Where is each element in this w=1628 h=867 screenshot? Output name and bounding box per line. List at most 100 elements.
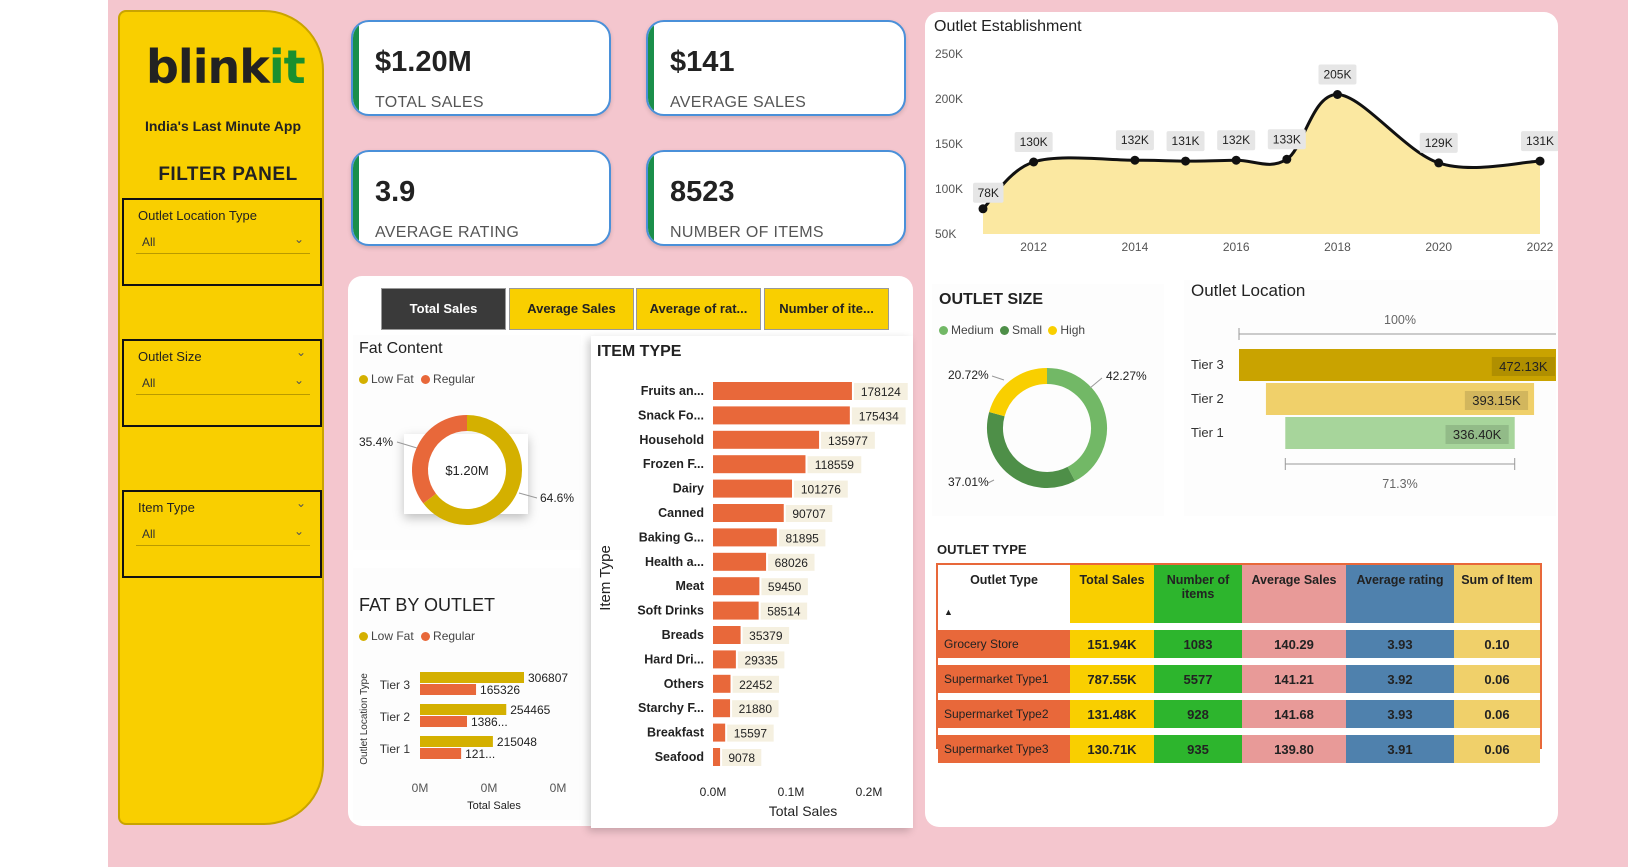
legend-label: High: [1060, 323, 1086, 337]
legend-dot: [1000, 326, 1010, 335]
fat-content-donut: $1.20M 64.6% 35.4%: [359, 415, 574, 525]
category-label: Health a...: [645, 555, 704, 569]
data-label: 135977: [828, 434, 868, 448]
slice-label: 20.72%: [948, 368, 989, 382]
bar: [420, 704, 507, 715]
data-point: [1130, 155, 1140, 165]
tab-average-sales[interactable]: Average Sales: [509, 288, 634, 330]
fat-by-outlet-title: FAT BY OUTLET: [359, 595, 496, 615]
sort-up-icon[interactable]: ▲: [944, 607, 953, 617]
category-label: Fruits an...: [641, 384, 704, 398]
filter-label: Item Type: [138, 500, 195, 515]
leader-line: [396, 441, 418, 449]
bar: [713, 479, 792, 498]
legend-label: Low Fat: [371, 629, 414, 643]
header-label: Outlet Type: [970, 573, 1038, 587]
data-label: 22452: [739, 678, 773, 692]
kpi-accent-bar: [648, 22, 654, 114]
filter-panel-title: FILTER PANEL: [158, 164, 298, 185]
chevron-down-icon: ⌄: [293, 524, 304, 538]
item-type-title: ITEM TYPE: [597, 343, 682, 360]
legend-label: Regular: [433, 629, 476, 643]
bar: [713, 626, 741, 644]
outlet-establishment-title: Outlet Establishment: [934, 18, 1082, 35]
data-label: 129K: [1425, 136, 1453, 150]
legend-dot: [1048, 326, 1058, 335]
dropdown-value: All: [142, 527, 156, 541]
col-header-average-sales[interactable]: Average Sales: [1242, 565, 1346, 623]
x-tick-label: 0.2M: [856, 785, 883, 799]
donut-slice: [987, 412, 1076, 488]
category-label: Meat: [676, 579, 705, 593]
data-point: [1332, 90, 1342, 99]
bar: [713, 406, 850, 425]
tab-number-of-items[interactable]: Number of ite...: [764, 288, 889, 330]
cell-average-rating: 3.92: [1346, 658, 1454, 693]
outlet-location-dropdown[interactable]: All ⌄: [136, 230, 310, 254]
data-label: 29335: [744, 653, 778, 667]
kpi-card-average-rating: 3.9 AVERAGE RATING: [351, 150, 611, 246]
bar: [713, 723, 726, 742]
table-row: Supermarket Type3 130.71K 935 139.80 3.9…: [938, 728, 1540, 763]
chevron-down-icon[interactable]: ⌄: [296, 345, 306, 359]
cell-sum-of-item: 0.10: [1454, 623, 1540, 658]
data-label: 90707: [792, 507, 826, 521]
bar: [713, 674, 731, 693]
kpi-label: NUMBER OF ITEMS: [670, 224, 824, 241]
table-row: Supermarket Type2 131.48K 928 141.68 3.9…: [938, 693, 1540, 728]
bar: [713, 699, 731, 718]
x-tick-label: 2014: [1122, 240, 1149, 254]
x-tick-label: 0.1M: [778, 785, 805, 799]
kpi-accent-bar: [648, 152, 654, 244]
leader-line: [518, 492, 538, 499]
col-header-average-rating[interactable]: Average rating: [1346, 565, 1454, 623]
category-label: Canned: [658, 506, 704, 520]
data-point: [978, 204, 988, 214]
category-label: Tier 1: [380, 742, 411, 756]
data-label: 131K: [1526, 134, 1554, 148]
tab-total-sales[interactable]: Total Sales: [381, 288, 506, 330]
category-label: Baking G...: [639, 530, 704, 544]
kpi-label: TOTAL SALES: [375, 94, 484, 111]
cell-sum-of-item: 0.06: [1454, 728, 1540, 763]
cell-average-sales: 141.21: [1242, 658, 1346, 693]
data-label: 131K: [1172, 134, 1200, 148]
outlet-type-table-frame: Outlet Type ▲ Total Sales Number of items…: [936, 563, 1542, 763]
outlet-establishment-chart: 50K 100K 150K 200K 250K 2012 2014 2016 2018 2020 2…: [935, 47, 1558, 254]
outlet-size-legend: Medium Small High: [939, 323, 1085, 337]
col-header-number-of-items[interactable]: Number of items: [1154, 565, 1242, 623]
data-label: 472.13K: [1499, 359, 1548, 374]
category-label: Tier 1: [1191, 425, 1224, 440]
col-header-sum-of-item[interactable]: Sum of Item: [1454, 565, 1540, 623]
tab-average-rating[interactable]: Average of rat...: [636, 288, 761, 330]
bar: [713, 528, 777, 547]
table-row: Grocery Store 151.94K 1083 140.29 3.93 0…: [938, 623, 1540, 658]
data-label: 132K: [1222, 133, 1250, 147]
table-row: Supermarket Type1 787.55K 5577 141.21 3.…: [938, 658, 1540, 693]
chevron-down-icon[interactable]: ⌄: [296, 496, 306, 510]
category-label: Frozen F...: [643, 457, 704, 471]
bar: [713, 748, 721, 766]
leader-line: [987, 479, 995, 484]
data-label: 118559: [815, 458, 854, 472]
data-label: 81895: [785, 531, 819, 545]
bar: [420, 672, 524, 683]
col-header-outlet-type[interactable]: Outlet Type ▲: [938, 565, 1070, 623]
fat-content-legend: Low Fat Regular: [359, 372, 475, 386]
data-label: 21880: [739, 702, 773, 716]
item-type-chart: Fruits an... 178124 Snack Fo... 175434 House…: [597, 382, 908, 819]
data-label: 68026: [775, 556, 809, 570]
data-label: 132K: [1121, 133, 1149, 147]
bar: [420, 716, 468, 727]
cell-total-sales: 130.71K: [1070, 728, 1154, 763]
item-type-dropdown[interactable]: All ⌄: [136, 522, 310, 546]
cell-average-sales: 140.29: [1242, 623, 1346, 658]
outlet-type-title: OUTLET TYPE: [937, 542, 1027, 557]
donut-slice: [989, 368, 1048, 417]
dropdown-value: All: [142, 235, 156, 249]
outlet-size-dropdown[interactable]: All ⌄: [136, 371, 310, 395]
col-header-total-sales[interactable]: Total Sales: [1070, 565, 1154, 623]
bar: [420, 748, 462, 759]
cell-sum-of-item: 0.06: [1454, 693, 1540, 728]
x-tick-label: 2020: [1425, 240, 1452, 254]
